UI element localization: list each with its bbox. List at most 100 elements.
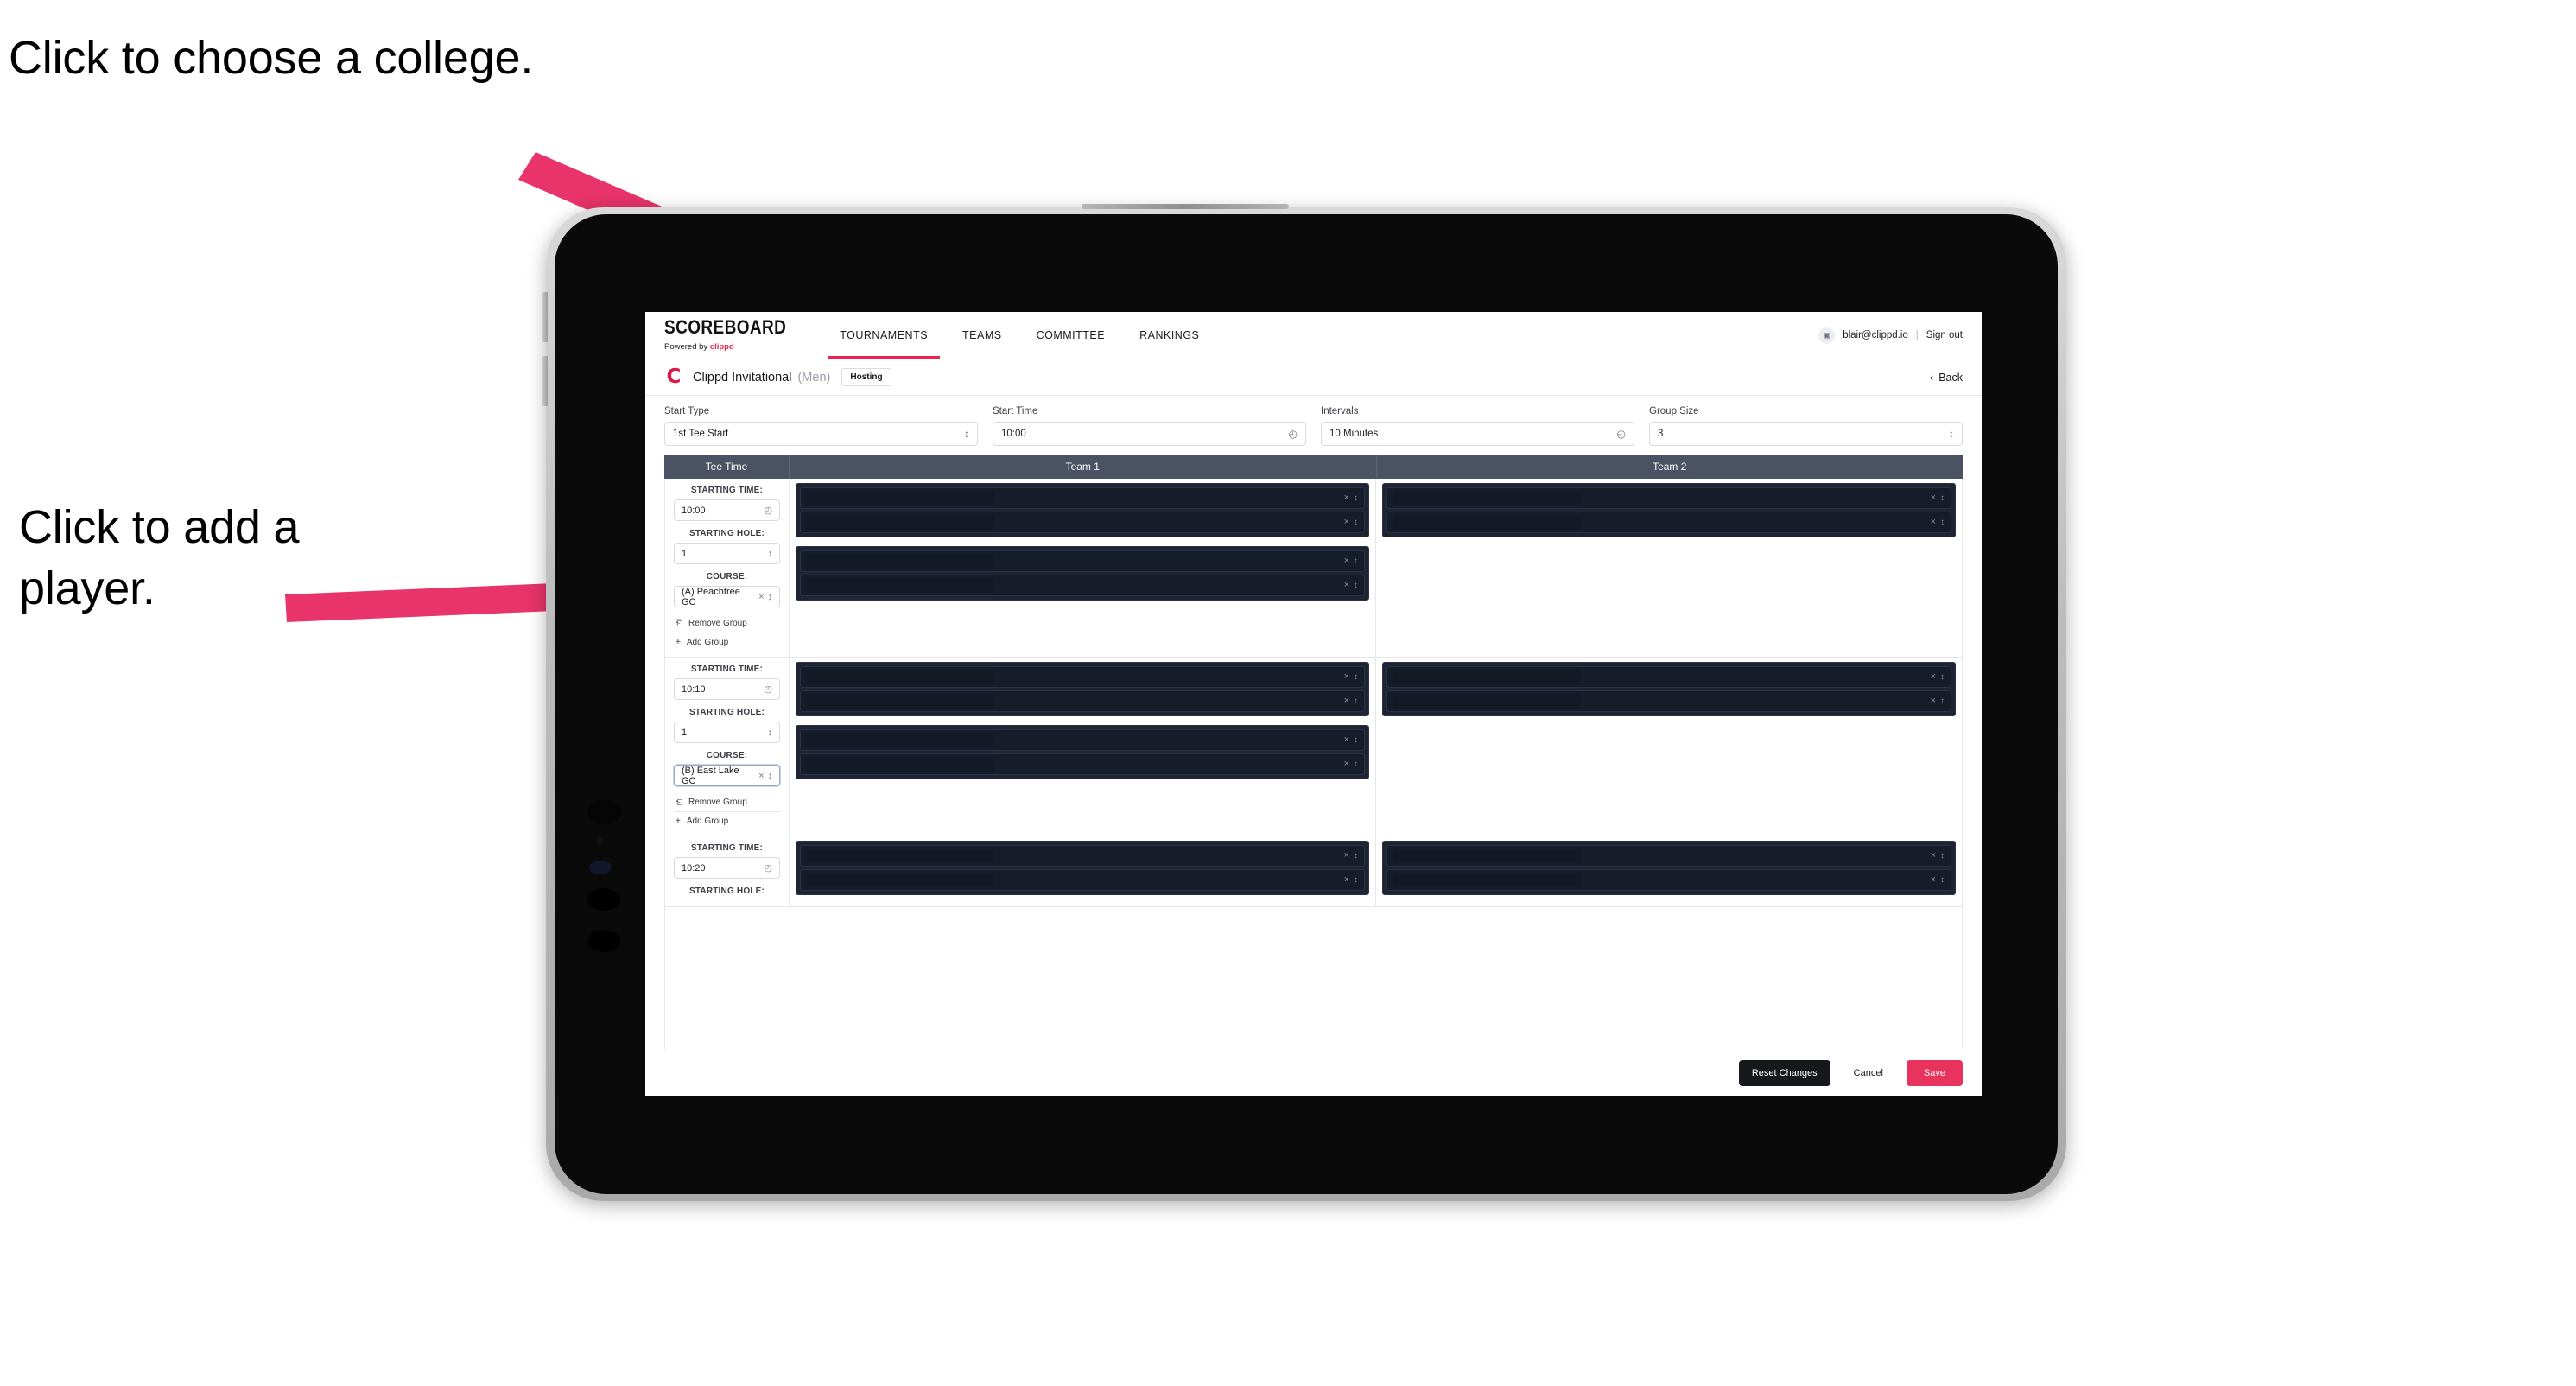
clear-course-icon[interactable]: ×: [758, 771, 764, 781]
starting-time-input[interactable]: 10:20 ◴: [674, 857, 780, 879]
clear-player-icon[interactable]: ×: [1931, 672, 1936, 682]
table-row: STARTING TIME: 10:20 ◴ STARTING HOLE: × ↕ × ↕ × ↕…: [665, 836, 1962, 907]
team-1-cell: × ↕ × ↕ × ↕ × ↕: [790, 479, 1376, 657]
starting-hole-input[interactable]: 1 ↕: [674, 543, 780, 564]
chevron-updown-icon[interactable]: ↕: [1940, 672, 1945, 682]
player-select-row[interactable]: × ↕: [1386, 869, 1951, 891]
player-select-row[interactable]: × ↕: [800, 729, 1365, 751]
nav-tab-committee[interactable]: COMMITTEE: [1019, 312, 1123, 359]
team-2-cell: × ↕ × ↕: [1376, 658, 1962, 836]
clear-player-icon[interactable]: ×: [1344, 581, 1349, 590]
speaker-grille: [1082, 204, 1289, 209]
nav-tab-rankings[interactable]: RANKINGS: [1122, 312, 1216, 359]
starting-hole-input[interactable]: 1 ↕: [674, 722, 780, 743]
clear-player-icon[interactable]: ×: [1344, 556, 1349, 566]
clear-player-icon[interactable]: ×: [1344, 875, 1349, 885]
clear-player-icon[interactable]: ×: [1344, 696, 1349, 706]
start-time-value: 10:00: [1001, 429, 1026, 439]
player-select-row[interactable]: × ↕: [1386, 690, 1951, 712]
player-select-row[interactable]: × ↕: [800, 869, 1365, 891]
intervals-input[interactable]: 10 Minutes ◴: [1321, 422, 1634, 446]
course-select[interactable]: (A) Peachtree GC × ↕: [674, 586, 780, 607]
chevron-updown-icon[interactable]: ↕: [1940, 851, 1945, 861]
chevron-updown-icon[interactable]: ↕: [1354, 672, 1358, 682]
player-select-row[interactable]: × ↕: [800, 550, 1365, 572]
clear-player-icon[interactable]: ×: [1344, 672, 1349, 682]
nav-tab-teams[interactable]: TEAMS: [945, 312, 1019, 359]
starting-time-input[interactable]: 10:10 ◴: [674, 678, 780, 700]
starting-time-input[interactable]: 10:00 ◴: [674, 499, 780, 521]
clear-player-icon[interactable]: ×: [1931, 696, 1936, 706]
chevron-updown-icon[interactable]: ↕: [1354, 875, 1358, 885]
add-group-button[interactable]: + Add Group: [674, 634, 780, 651]
clear-player-icon[interactable]: ×: [1344, 735, 1349, 745]
chevron-updown-icon[interactable]: ↕: [1940, 875, 1945, 885]
chevron-updown-icon[interactable]: ↕: [1354, 556, 1358, 566]
team-2-cell: × ↕ × ↕: [1376, 836, 1962, 906]
player-name-placeholder: [807, 694, 994, 709]
nav-tab-tournaments[interactable]: TOURNAMENTS: [822, 312, 945, 359]
stepper-icon[interactable]: ↕: [768, 592, 773, 602]
chevron-updown-icon[interactable]: ↕: [1940, 696, 1945, 706]
player-select-row[interactable]: × ↕: [1386, 845, 1951, 867]
account-area: ▣ blair@clippd.io | Sign out: [1818, 312, 1982, 359]
clear-player-icon[interactable]: ×: [1344, 760, 1349, 769]
reset-changes-button[interactable]: Reset Changes: [1738, 1059, 1830, 1086]
chevron-updown-icon[interactable]: ↕: [1354, 493, 1358, 503]
chevron-updown-icon[interactable]: ↕: [1354, 735, 1358, 745]
clear-player-icon[interactable]: ×: [1931, 851, 1936, 861]
save-button[interactable]: Save: [1906, 1059, 1963, 1086]
ambient-sensor-icon: [596, 838, 603, 845]
cancel-button[interactable]: Cancel: [1843, 1060, 1894, 1086]
chevron-updown-icon[interactable]: ↕: [1354, 581, 1358, 590]
stepper-icon[interactable]: ↕: [768, 771, 773, 781]
player-select-row[interactable]: × ↕: [800, 512, 1365, 533]
avatar[interactable]: ▣: [1818, 327, 1836, 344]
table-row: STARTING TIME: 10:10 ◴ STARTING HOLE: 1 ↕ COUR…: [665, 658, 1962, 836]
group-size-select[interactable]: 3 ↕: [1649, 422, 1963, 446]
course-select[interactable]: (B) East Lake GC × ↕: [674, 765, 780, 786]
stepper-icon[interactable]: ↕: [768, 549, 773, 559]
clock-icon[interactable]: ◴: [764, 683, 772, 695]
volume-down-button[interactable]: [542, 356, 548, 406]
clear-player-icon[interactable]: ×: [1344, 851, 1349, 861]
volume-up-button[interactable]: [542, 292, 548, 342]
stepper-icon[interactable]: ↕: [768, 728, 773, 738]
clear-player-icon[interactable]: ×: [1344, 493, 1349, 503]
player-select-row[interactable]: × ↕: [800, 753, 1365, 775]
player-select-row[interactable]: × ↕: [800, 575, 1365, 596]
chevron-updown-icon[interactable]: ↕: [1354, 696, 1358, 706]
player-name-placeholder: [807, 515, 994, 530]
chevron-updown-icon[interactable]: ↕: [1354, 518, 1358, 527]
clear-player-icon[interactable]: ×: [1344, 518, 1349, 527]
player-select-row[interactable]: × ↕: [1386, 666, 1951, 688]
brand-logo[interactable]: SCOREBOARD Powered by clippd: [664, 312, 786, 359]
clock-icon[interactable]: ◴: [764, 862, 772, 874]
start-time-input[interactable]: 10:00 ◴: [993, 422, 1306, 446]
player-select-row[interactable]: × ↕: [800, 690, 1365, 712]
player-select-row[interactable]: × ↕: [800, 487, 1365, 509]
clear-course-icon[interactable]: ×: [758, 592, 764, 602]
chevron-updown-icon[interactable]: ↕: [1940, 493, 1945, 503]
player-select-row[interactable]: × ↕: [800, 666, 1365, 688]
chevron-updown-icon[interactable]: ↕: [1354, 851, 1358, 861]
player-select-row[interactable]: × ↕: [800, 845, 1365, 867]
remove-group-button[interactable]: ⎗ Remove Group: [674, 794, 780, 811]
remove-group-button[interactable]: ⎗ Remove Group: [674, 615, 780, 632]
field-label-course: COURSE:: [706, 572, 748, 582]
start-type-select[interactable]: 1st Tee Start ↕: [664, 422, 978, 446]
field-label-starting-time: STARTING TIME:: [690, 843, 764, 853]
clear-player-icon[interactable]: ×: [1931, 493, 1936, 503]
clock-icon[interactable]: ◴: [764, 505, 772, 516]
divider: [674, 811, 780, 812]
player-select-row[interactable]: × ↕: [1386, 487, 1951, 509]
clear-player-icon[interactable]: ×: [1931, 875, 1936, 885]
chevron-updown-icon[interactable]: ↕: [1940, 518, 1945, 527]
add-group-button[interactable]: + Add Group: [674, 813, 780, 830]
player-select-row[interactable]: × ↕: [1386, 512, 1951, 533]
control-start-type: Start Type 1st Tee Start ↕: [664, 406, 978, 446]
sign-out-link[interactable]: Sign out: [1926, 330, 1963, 340]
back-button[interactable]: ‹ Back: [1930, 372, 1963, 384]
chevron-updown-icon[interactable]: ↕: [1354, 760, 1358, 769]
clear-player-icon[interactable]: ×: [1931, 518, 1936, 527]
